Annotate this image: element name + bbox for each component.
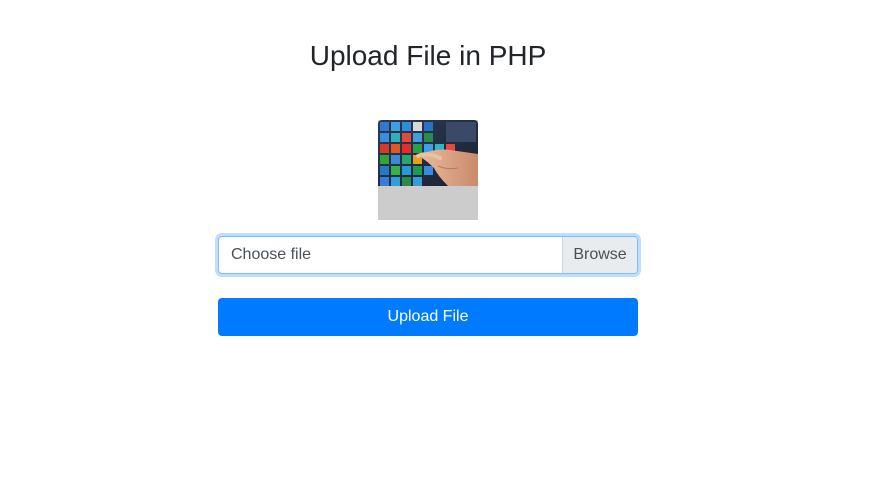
image-preview: [378, 120, 478, 220]
file-input-label: Choose file: [231, 246, 312, 263]
preview-photo: [378, 120, 478, 186]
page-title: Upload File in PHP: [309, 40, 547, 71]
upload-page: Upload File in PHP Choose file Browse Up…: [0, 0, 880, 487]
upload-file-button[interactable]: Upload File: [218, 298, 638, 336]
browse-button[interactable]: Browse: [562, 237, 637, 273]
tablet-photo-image: [378, 120, 478, 186]
file-input[interactable]: Choose file Browse: [218, 236, 638, 274]
